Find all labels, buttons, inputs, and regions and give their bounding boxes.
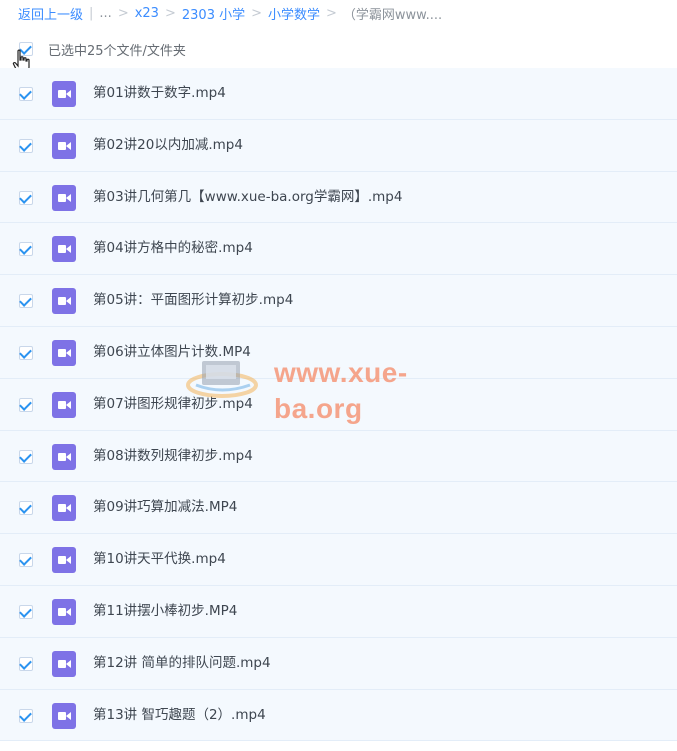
breadcrumb-separator: >	[117, 5, 129, 21]
video-file-icon	[52, 443, 76, 470]
file-row[interactable]: 第13讲 智巧趣题（2）.mp4	[0, 689, 677, 742]
file-checkbox[interactable]	[19, 708, 33, 723]
file-row[interactable]: 第11讲摆小棒初步.MP4	[0, 585, 677, 638]
breadcrumb-separator: >	[164, 5, 176, 21]
video-file-icon	[52, 598, 76, 625]
breadcrumb-separator: >	[326, 5, 337, 21]
file-checkbox[interactable]	[19, 345, 33, 360]
file-checkbox[interactable]	[19, 397, 33, 412]
file-checkbox[interactable]	[19, 190, 33, 205]
video-file-icon	[52, 132, 76, 159]
video-file-icon	[52, 288, 76, 315]
breadcrumb-item-math[interactable]: 小学数学	[268, 4, 320, 23]
file-row[interactable]: 第07讲图形规律初步.mp4	[0, 378, 677, 431]
file-checkbox[interactable]	[19, 501, 33, 516]
file-row[interactable]: 第03讲几何第几【www.xue-ba.org学霸网】.mp4	[0, 171, 677, 224]
video-file-icon	[52, 495, 76, 522]
video-file-icon	[52, 184, 76, 211]
file-name[interactable]: 第09讲巧算加减法.MP4	[93, 482, 237, 533]
file-row[interactable]: 第02讲20以内加减.mp4	[0, 119, 677, 172]
video-file-icon	[52, 650, 76, 677]
file-name[interactable]: 第07讲图形规律初步.mp4	[93, 379, 253, 430]
file-checkbox[interactable]	[19, 553, 33, 568]
file-name[interactable]: 第13讲 智巧趣题（2）.mp4	[93, 690, 266, 741]
file-row[interactable]: 第01讲数于数字.mp4	[0, 68, 677, 120]
file-name[interactable]: 第02讲20以内加减.mp4	[93, 120, 243, 171]
back-link[interactable]: 返回上一级	[18, 4, 83, 23]
video-file-icon	[52, 81, 76, 107]
file-name[interactable]: 第12讲 简单的排队问题.mp4	[93, 638, 271, 689]
file-checkbox[interactable]	[19, 656, 33, 671]
file-name[interactable]: 第08讲数列规律初步.mp4	[93, 431, 253, 482]
file-name[interactable]: 第10讲天平代换.mp4	[93, 534, 226, 585]
breadcrumb-item-x23[interactable]: x23	[135, 6, 159, 21]
file-list: 第01讲数于数字.mp4 第02讲20以内加减.mp4 第03讲几何第几【www…	[0, 68, 677, 742]
file-name[interactable]: 第01讲数于数字.mp4	[93, 68, 226, 119]
file-checkbox[interactable]	[19, 449, 33, 464]
breadcrumb-item-2303[interactable]: 2303 小学	[182, 4, 245, 23]
file-row[interactable]: 第10讲天平代换.mp4	[0, 534, 677, 586]
file-row[interactable]: 第04讲方格中的秘密.mp4	[0, 223, 677, 276]
file-checkbox[interactable]	[19, 242, 33, 257]
file-row[interactable]: 第08讲数列规律初步.mp4	[0, 430, 677, 483]
selection-count-label: 已选中25个文件/文件夹	[48, 43, 186, 59]
file-name[interactable]: 第11讲摆小棒初步.MP4	[93, 586, 237, 637]
file-name[interactable]: 第04讲方格中的秘密.mp4	[93, 223, 253, 274]
file-row[interactable]: 第12讲 简单的排队问题.mp4	[0, 637, 677, 690]
file-checkbox[interactable]	[19, 87, 33, 101]
file-row[interactable]: 第09讲巧算加减法.MP4	[0, 482, 677, 535]
breadcrumb-divider: |	[89, 5, 94, 21]
breadcrumb-separator: >	[251, 5, 262, 21]
select-all-bar: 已选中25个文件/文件夹	[0, 38, 677, 60]
video-file-icon	[52, 236, 76, 263]
file-name[interactable]: 第03讲几何第几【www.xue-ba.org学霸网】.mp4	[93, 172, 402, 223]
video-file-icon	[52, 702, 76, 729]
video-file-icon	[52, 339, 76, 366]
breadcrumb-ellipsis[interactable]: ...	[99, 6, 111, 21]
breadcrumb: 返回上一级 | ... > x23 > 2303 小学 > 小学数学 > （学霸…	[18, 4, 443, 23]
breadcrumb-current: （学霸网www....	[342, 7, 443, 23]
file-checkbox[interactable]	[19, 294, 33, 309]
file-name[interactable]: 第06讲立体图片计数.MP4	[93, 327, 251, 378]
file-row[interactable]: 第05讲：平面图形计算初步.mp4	[0, 275, 677, 327]
file-checkbox[interactable]	[19, 138, 33, 153]
file-checkbox[interactable]	[19, 604, 33, 619]
file-name[interactable]: 第05讲：平面图形计算初步.mp4	[93, 275, 293, 326]
video-file-icon	[52, 547, 76, 574]
video-file-icon	[52, 391, 76, 418]
file-row[interactable]: 第06讲立体图片计数.MP4	[0, 326, 677, 379]
